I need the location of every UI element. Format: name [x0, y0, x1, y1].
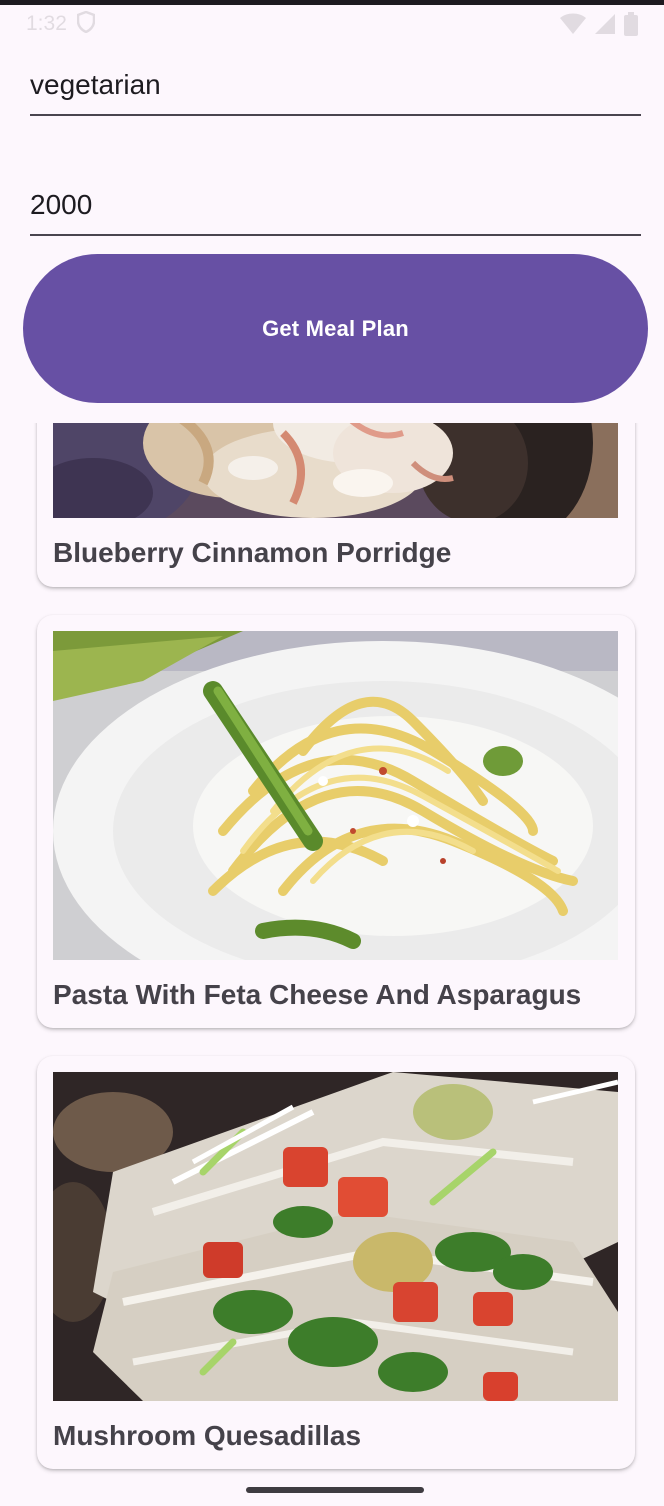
status-bar: 1:32: [0, 5, 664, 43]
status-left: 1:32: [26, 10, 96, 38]
battery-icon: [624, 12, 638, 36]
meal-card[interactable]: Pasta With Feta Cheese And Asparagus: [37, 615, 635, 1028]
home-indicator[interactable]: [246, 1487, 424, 1493]
meal-title: Pasta With Feta Cheese And Asparagus: [53, 979, 582, 1010]
diet-input[interactable]: [30, 54, 641, 116]
status-right: [560, 12, 638, 36]
meal-card[interactable]: Blueberry Cinnamon Porridge: [37, 423, 635, 587]
meal-plan-screen: 1:32 Get Meal Plan: [0, 0, 664, 1506]
meal-list[interactable]: Blueberry Cinnamon Porridge Pasta With F…: [0, 423, 664, 1483]
diet-field[interactable]: [30, 54, 641, 116]
meal-title: Blueberry Cinnamon Porridge: [53, 537, 452, 568]
calories-input[interactable]: [30, 174, 641, 236]
calories-field[interactable]: [30, 174, 641, 236]
diet-field-underline: [30, 114, 641, 116]
meal-title: Mushroom Quesadillas: [53, 1420, 362, 1451]
shield-icon: [76, 10, 96, 38]
meal-card[interactable]: Mushroom Quesadillas: [37, 1056, 635, 1469]
wifi-icon: [560, 13, 586, 35]
get-meal-plan-button[interactable]: Get Meal Plan: [23, 254, 648, 403]
meal-photo-porridge: [53, 423, 618, 518]
status-time: 1:32: [26, 12, 67, 35]
meal-photo-quesadillas: [53, 1072, 618, 1401]
signal-icon: [594, 13, 616, 35]
calories-field-underline: [30, 234, 641, 236]
meal-photo-pasta: [53, 631, 618, 960]
